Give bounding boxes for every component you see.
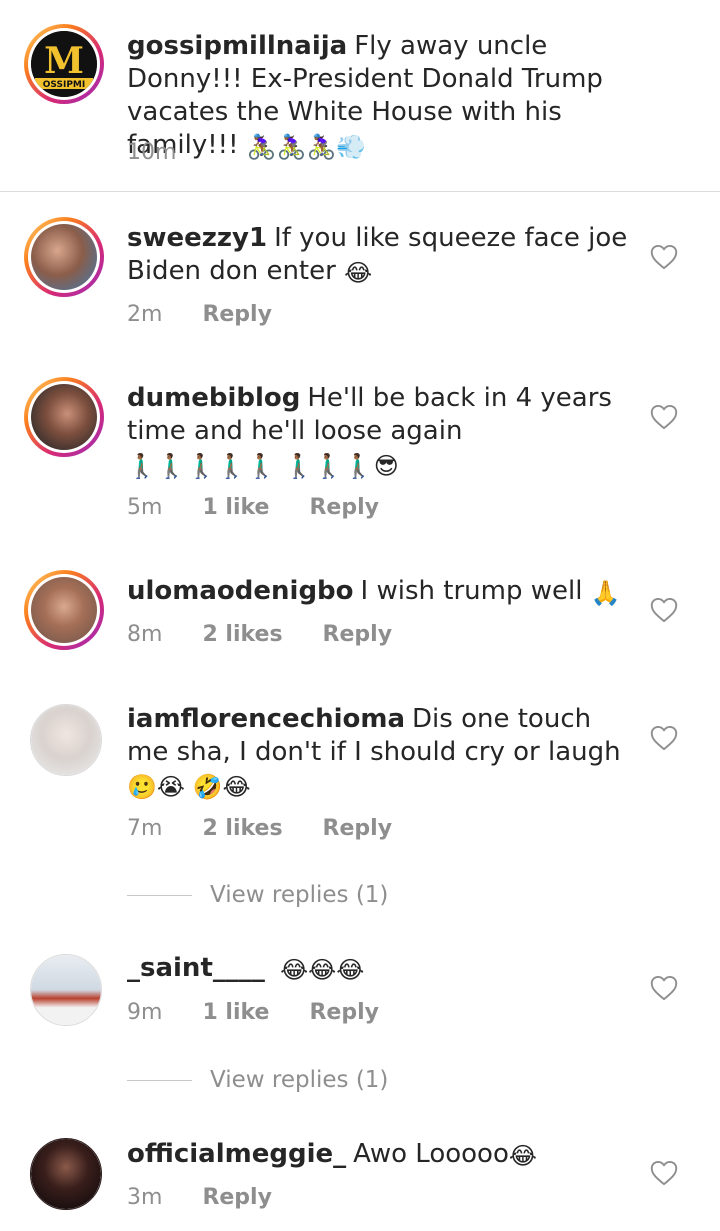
likes-count[interactable]: 2 likes (202, 622, 282, 647)
comment-emoji: 🙏 (590, 579, 621, 607)
avatar[interactable] (30, 704, 102, 776)
comment-meta: 7m 2 likes Reply (127, 816, 392, 841)
comment-meta: 5m 1 like Reply (127, 495, 379, 520)
caption-time: 10m (127, 140, 177, 165)
comment-meta: 3m Reply (127, 1185, 272, 1210)
avatar[interactable] (30, 954, 102, 1026)
divider-line (127, 1079, 192, 1081)
reply-button[interactable]: Reply (202, 302, 272, 327)
comment-time: 9m (127, 1000, 163, 1025)
caption-emoji: 🚴🏾‍♀️🚴🏾‍♀️🚴🏾‍♀️💨 (246, 133, 367, 161)
comment-username[interactable]: iamflorencechioma (127, 704, 405, 734)
reply-button[interactable]: Reply (323, 816, 393, 841)
comment-text: ulomaodenigbo I wish trump well 🙏 (127, 575, 637, 608)
svg-text:M: M (44, 40, 84, 82)
comment-username[interactable]: sweezzy1 (127, 223, 267, 253)
divider-line (127, 894, 192, 896)
comment-username[interactable]: ulomaodenigbo (127, 576, 354, 606)
avatar[interactable] (30, 1138, 102, 1210)
post-caption: M OSSIPMI gossipmillnaija Fly away uncle … (0, 0, 720, 192)
comment-emoji: 😂 (344, 259, 373, 287)
comment-meta: 2m Reply (127, 302, 272, 327)
comment-text: iamflorencechioma Dis one touch me sha, I… (127, 703, 637, 802)
comment-username[interactable]: officialmeggie_ (127, 1139, 346, 1169)
comment-emoji: 🚶🏾‍♂️🚶🏾‍♂️🚶🏾‍♂️🚶🏾‍♂️🚶🏾‍♂️ 🚶🏾‍♂️🚶🏾‍♂️🚶🏾‍♂… (127, 452, 399, 480)
heart-outline-icon[interactable] (650, 404, 678, 430)
comment-text: sweezzy1 If you like squeeze face joe Bid… (127, 222, 637, 288)
view-replies-button[interactable]: View replies (1) (127, 882, 388, 908)
comment-meta: 9m 1 like Reply (127, 1000, 379, 1025)
reply-button[interactable]: Reply (323, 622, 393, 647)
likes-count[interactable]: 2 likes (202, 816, 282, 841)
caption-username[interactable]: gossipmillnaija (127, 31, 347, 61)
reply-button[interactable]: Reply (309, 495, 379, 520)
heart-outline-icon[interactable] (650, 975, 678, 1001)
comment-time: 3m (127, 1185, 163, 1210)
heart-outline-icon[interactable] (650, 597, 678, 623)
view-replies-label: View replies (1) (210, 1067, 389, 1093)
heart-outline-icon[interactable] (650, 244, 678, 270)
caption-avatar[interactable]: M OSSIPMI (24, 24, 104, 104)
heart-outline-icon[interactable] (650, 1160, 678, 1186)
comment-emoji: 😂 (508, 1142, 537, 1170)
comment-username[interactable]: dumebiblog (127, 383, 300, 413)
comment-username[interactable]: _saint____ (127, 953, 265, 983)
comment-body: Awo Looooo (353, 1139, 509, 1169)
comment-emoji: 🥲😭 🤣😂 (127, 773, 251, 801)
avatar[interactable] (24, 570, 104, 650)
comment-time: 5m (127, 495, 163, 520)
comment-text: dumebiblog He'll be back in 4 years time … (127, 382, 637, 481)
caption-meta: 10m (127, 140, 176, 165)
comment-time: 2m (127, 302, 163, 327)
gossipmill-logo-icon: M OSSIPMI (31, 31, 97, 97)
view-replies-button[interactable]: View replies (1) (127, 1067, 388, 1093)
likes-count[interactable]: 1 like (202, 1000, 269, 1025)
avatar[interactable] (24, 217, 104, 297)
caption-text: gossipmillnaija Fly away uncle Donny!!! E… (127, 30, 647, 162)
comment-body: I wish trump well (360, 576, 583, 606)
reply-button[interactable]: Reply (202, 1185, 272, 1210)
comment-time: 7m (127, 816, 163, 841)
svg-text:OSSIPMI: OSSIPMI (43, 80, 85, 90)
avatar[interactable] (24, 377, 104, 457)
comment-text: _saint____ 😂😂😂 (127, 952, 637, 985)
likes-count[interactable]: 1 like (202, 495, 269, 520)
comment-time: 8m (127, 622, 163, 647)
reply-button[interactable]: Reply (309, 1000, 379, 1025)
comment-text: officialmeggie_ Awo Looooo😂 (127, 1138, 637, 1171)
heart-outline-icon[interactable] (650, 725, 678, 751)
comment-emoji: 😂😂😂 (280, 956, 365, 984)
comment-meta: 8m 2 likes Reply (127, 622, 392, 647)
view-replies-label: View replies (1) (210, 882, 389, 908)
